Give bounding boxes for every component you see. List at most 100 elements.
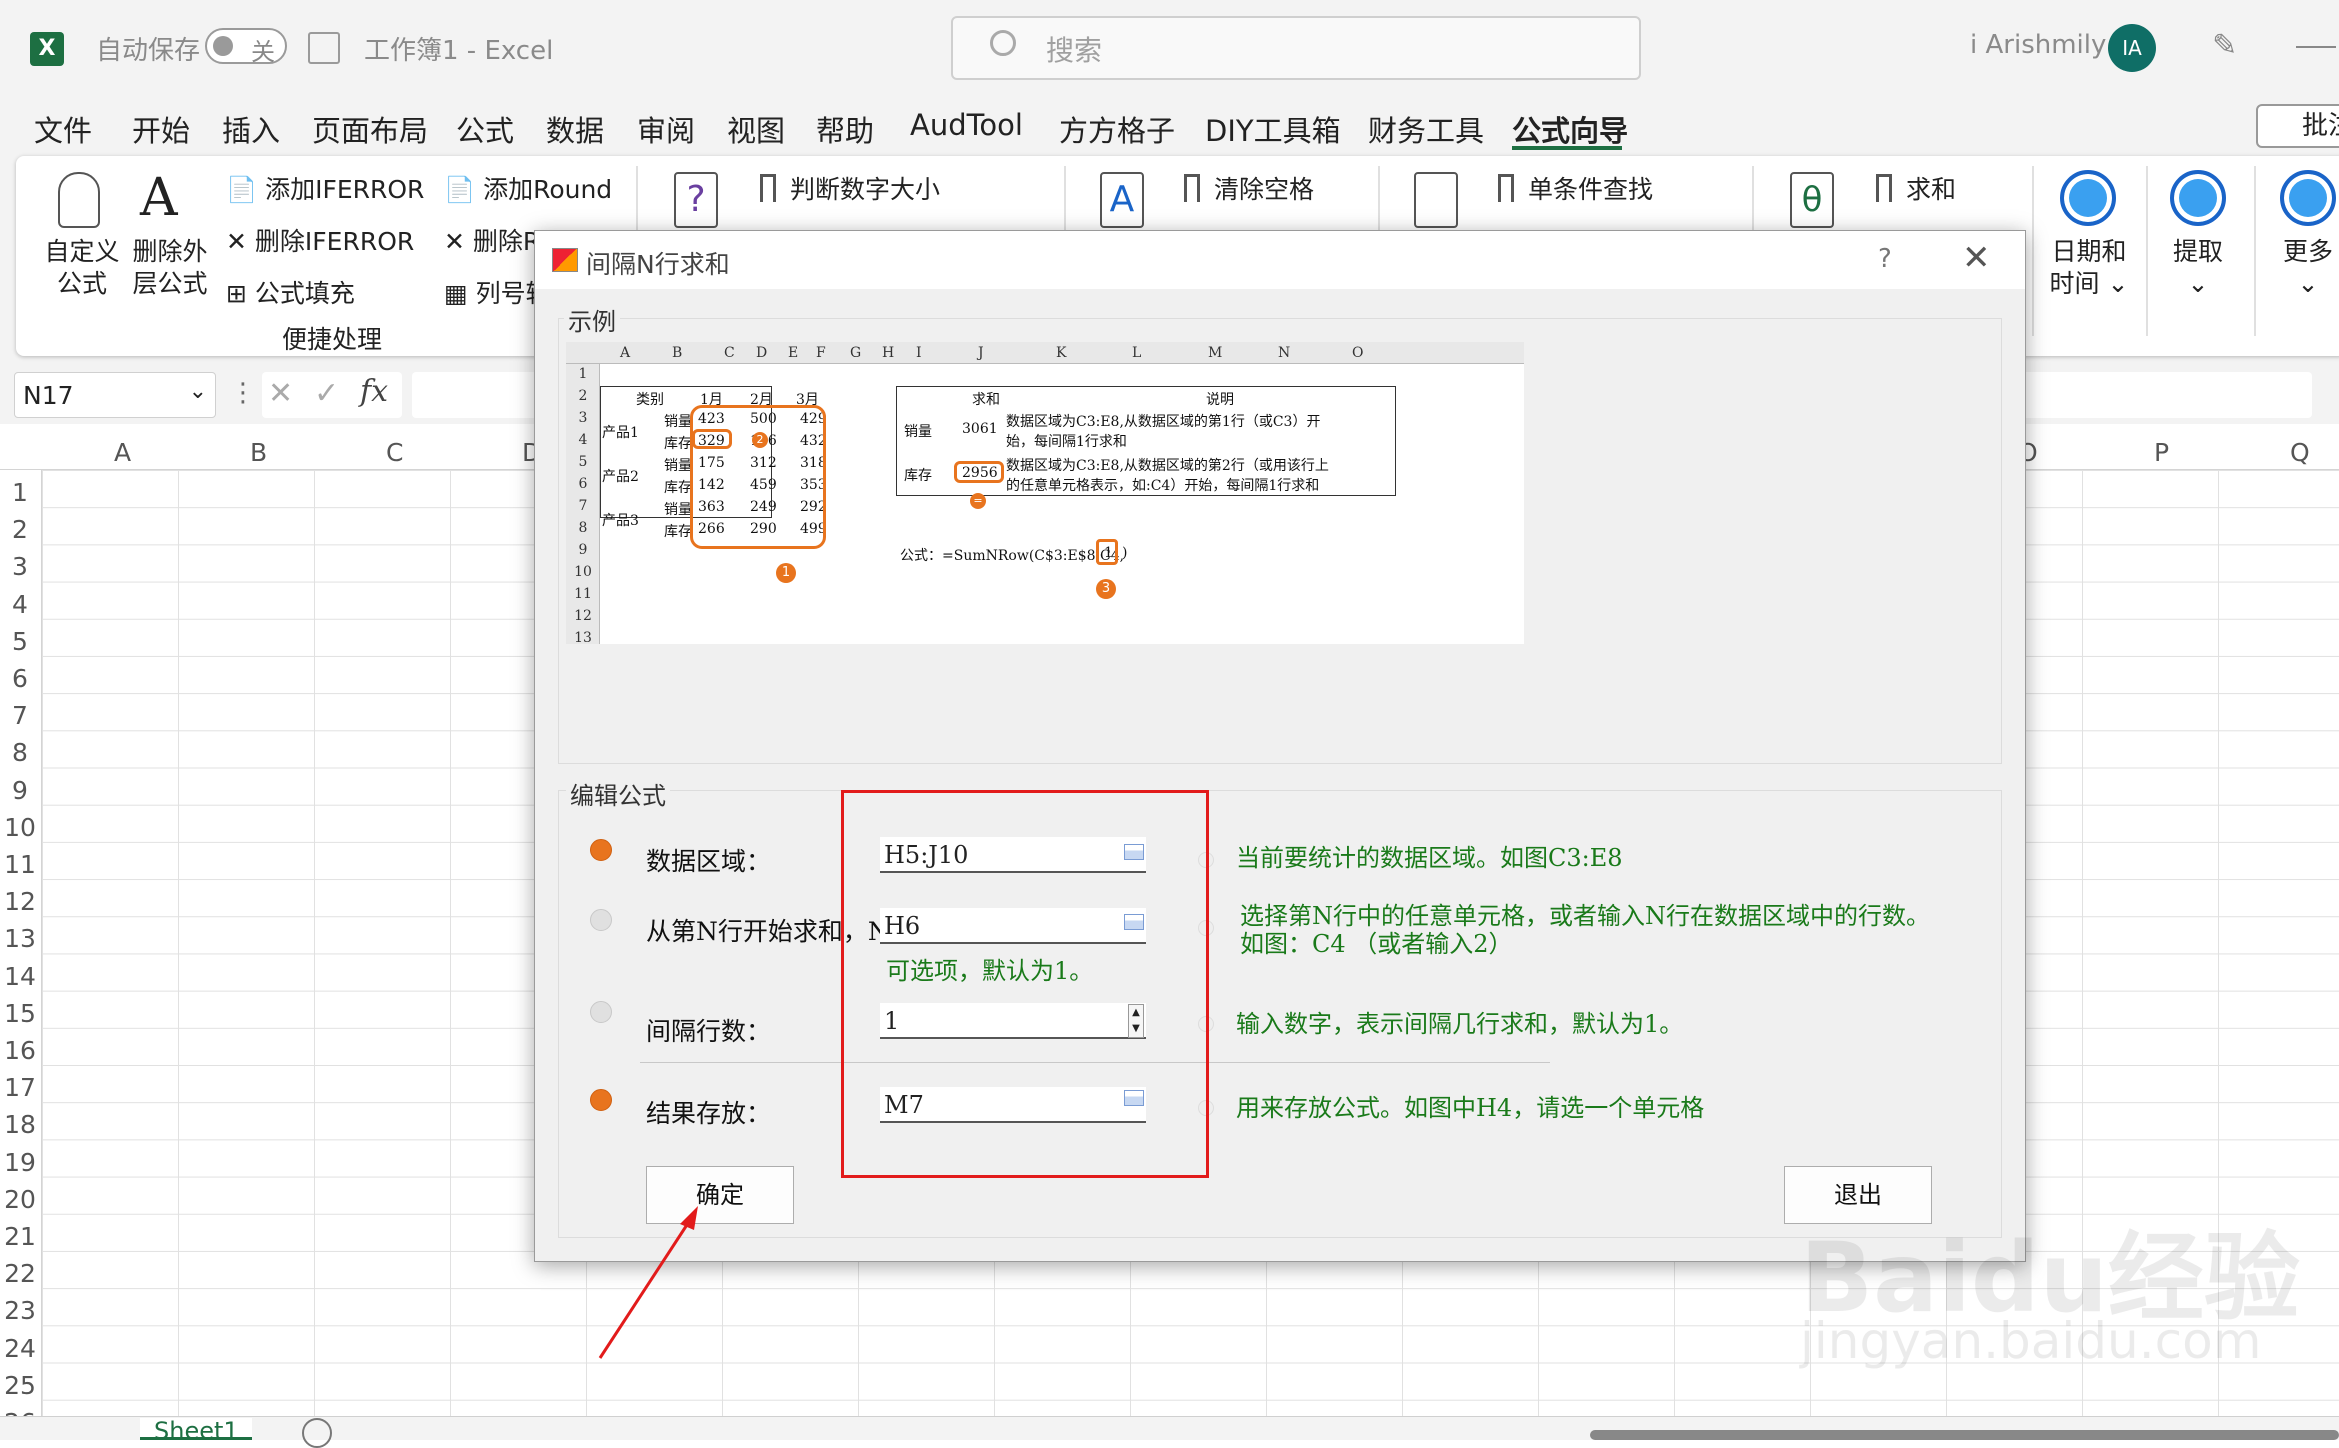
user-name[interactable]: i Arishmily — [1970, 30, 2106, 60]
column-header[interactable]: Q — [2290, 438, 2310, 467]
insert-function-icon[interactable]: fx — [360, 374, 388, 409]
add-iferror-button[interactable]: 📄 添加IFERROR — [226, 170, 424, 206]
more-options-icon[interactable]: ⋮ — [230, 378, 256, 408]
row-header[interactable]: 7 — [0, 701, 40, 730]
save-icon[interactable] — [308, 32, 340, 64]
column-header[interactable]: A — [114, 438, 131, 467]
add-round-button[interactable]: 📄 添加Round — [444, 170, 612, 206]
row-header[interactable]: 17 — [0, 1073, 40, 1102]
row-header[interactable]: 3 — [0, 552, 40, 581]
row-header[interactable]: 21 — [0, 1222, 40, 1251]
extract-button[interactable]: 提取 ⌄ — [2160, 236, 2236, 300]
example-desc-header: 说明 — [1206, 392, 1234, 408]
field-start-row-radio[interactable] — [590, 909, 612, 931]
avatar[interactable]: IA — [2108, 24, 2156, 72]
example-product: 产品2 — [602, 469, 639, 485]
sheet-tab[interactable]: Sheet1 — [140, 1418, 252, 1444]
row-header[interactable]: 6 — [0, 664, 40, 693]
row-header[interactable]: 19 — [0, 1148, 40, 1177]
delete-outer-formula-button[interactable]: 删除外 层公式 — [130, 236, 210, 300]
example-row-header: 5 — [578, 454, 588, 470]
row-header[interactable]: 25 — [0, 1371, 40, 1400]
menu-review[interactable]: 审阅 — [637, 108, 695, 150]
dialog-title-bar — [535, 231, 2025, 289]
formula-actions: ✕ ✓ fx — [262, 372, 402, 418]
row-header[interactable]: 20 — [0, 1185, 40, 1214]
row-header[interactable]: 23 — [0, 1296, 40, 1325]
sum-button[interactable]: 求和 — [1906, 170, 1956, 206]
cancel-icon[interactable]: ✕ — [268, 376, 293, 411]
row-header[interactable]: 15 — [0, 999, 40, 1028]
start-row-hint: 选择第N行中的任意单元格，或者输入N行在数据区域中的行数。 — [1240, 902, 1930, 930]
menu-help[interactable]: 帮助 — [816, 108, 874, 150]
add-sheet-icon[interactable] — [302, 1418, 332, 1448]
confirm-icon[interactable]: ✓ — [314, 376, 339, 411]
search-icon — [990, 30, 1016, 56]
menu-insert[interactable]: 插入 — [222, 108, 280, 150]
custom-formula-button[interactable]: 自定义 公式 — [42, 236, 122, 300]
row-header[interactable]: 14 — [0, 962, 40, 991]
delete-iferror-button[interactable]: ✕ 删除IFERROR — [226, 222, 414, 258]
judge-number-button[interactable]: 判断数字大小 — [790, 170, 940, 206]
delete-round-button[interactable]: ✕ 删除R — [444, 222, 540, 258]
example-product: 产品3 — [602, 513, 639, 529]
menu-formula-wizard[interactable]: 公式向导 — [1512, 108, 1628, 150]
example-column-header: B — [672, 345, 683, 361]
row-header[interactable]: 2 — [0, 515, 40, 544]
name-box[interactable]: N17 ⌄ — [14, 372, 216, 418]
row-header[interactable]: 18 — [0, 1110, 40, 1139]
row-header[interactable]: 9 — [0, 776, 40, 805]
example-column-header: G — [850, 345, 862, 361]
example-column-header: A — [620, 345, 631, 361]
horizontal-scrollbar[interactable] — [1590, 1430, 2339, 1440]
autosave-toggle[interactable]: 关 — [205, 28, 287, 66]
field-result-radio[interactable] — [590, 1089, 612, 1111]
menu-fangfang[interactable]: 方方格子 — [1059, 108, 1175, 150]
more-button[interactable]: 更多 ⌄ — [2270, 236, 2339, 300]
extract-icon — [2170, 170, 2226, 226]
comment-button[interactable]: 批注 — [2256, 104, 2339, 148]
close-icon[interactable]: ✕ — [1962, 238, 1991, 278]
row-header[interactable]: 11 — [0, 850, 40, 879]
example-row-header: 11 — [574, 586, 592, 602]
example-row-header: 10 — [574, 564, 592, 580]
row-header[interactable]: 4 — [0, 590, 40, 619]
menu-view[interactable]: 视图 — [727, 108, 785, 150]
menu-home[interactable]: 开始 — [132, 108, 190, 150]
row-header[interactable]: 16 — [0, 1036, 40, 1065]
row-header[interactable]: 22 — [0, 1259, 40, 1288]
field-data-range-radio[interactable] — [590, 839, 612, 861]
example-kind: 库存 — [664, 436, 692, 452]
pen-icon[interactable]: ✎ — [2212, 28, 2246, 63]
example-sum-outline — [954, 461, 1004, 483]
column-header[interactable]: P — [2154, 438, 2169, 467]
row-header[interactable]: 12 — [0, 887, 40, 916]
row-header[interactable]: 1 — [0, 478, 40, 507]
row-header[interactable]: 10 — [0, 813, 40, 842]
column-header[interactable]: C — [386, 438, 403, 467]
minimize-icon[interactable] — [2296, 46, 2336, 48]
help-icon[interactable]: ? — [1878, 244, 1892, 274]
formula-fill-button[interactable]: ⊞ 公式填充 — [226, 274, 355, 310]
field-interval-radio[interactable] — [590, 1001, 612, 1023]
row-header[interactable]: 5 — [0, 627, 40, 656]
row-header[interactable]: 24 — [0, 1334, 40, 1363]
single-lookup-button[interactable]: 单条件查找 — [1528, 170, 1653, 206]
example-kind: 销量 — [664, 502, 692, 518]
menu-finance-tools[interactable]: 财务工具 — [1368, 108, 1484, 150]
example-column-header: C — [724, 345, 735, 361]
date-time-button[interactable]: 日期和 时间 ⌄ — [2046, 236, 2132, 300]
bookmark-icon — [1184, 174, 1200, 202]
bookmark-icon — [1876, 174, 1892, 202]
clear-space-button[interactable]: 清除空格 — [1214, 170, 1314, 206]
menu-page-layout[interactable]: 页面布局 — [312, 108, 428, 150]
row-header[interactable]: 13 — [0, 924, 40, 953]
menu-file[interactable]: 文件 — [34, 108, 92, 150]
menu-diy-toolbox[interactable]: DIY工具箱 — [1205, 108, 1341, 150]
menu-data[interactable]: 数据 — [546, 108, 604, 150]
example-column-header: J — [978, 345, 984, 361]
row-header[interactable]: 8 — [0, 738, 40, 767]
column-header[interactable]: B — [250, 438, 267, 467]
menu-formulas[interactable]: 公式 — [456, 108, 514, 150]
menu-audtool[interactable]: AudTool — [910, 108, 1023, 142]
